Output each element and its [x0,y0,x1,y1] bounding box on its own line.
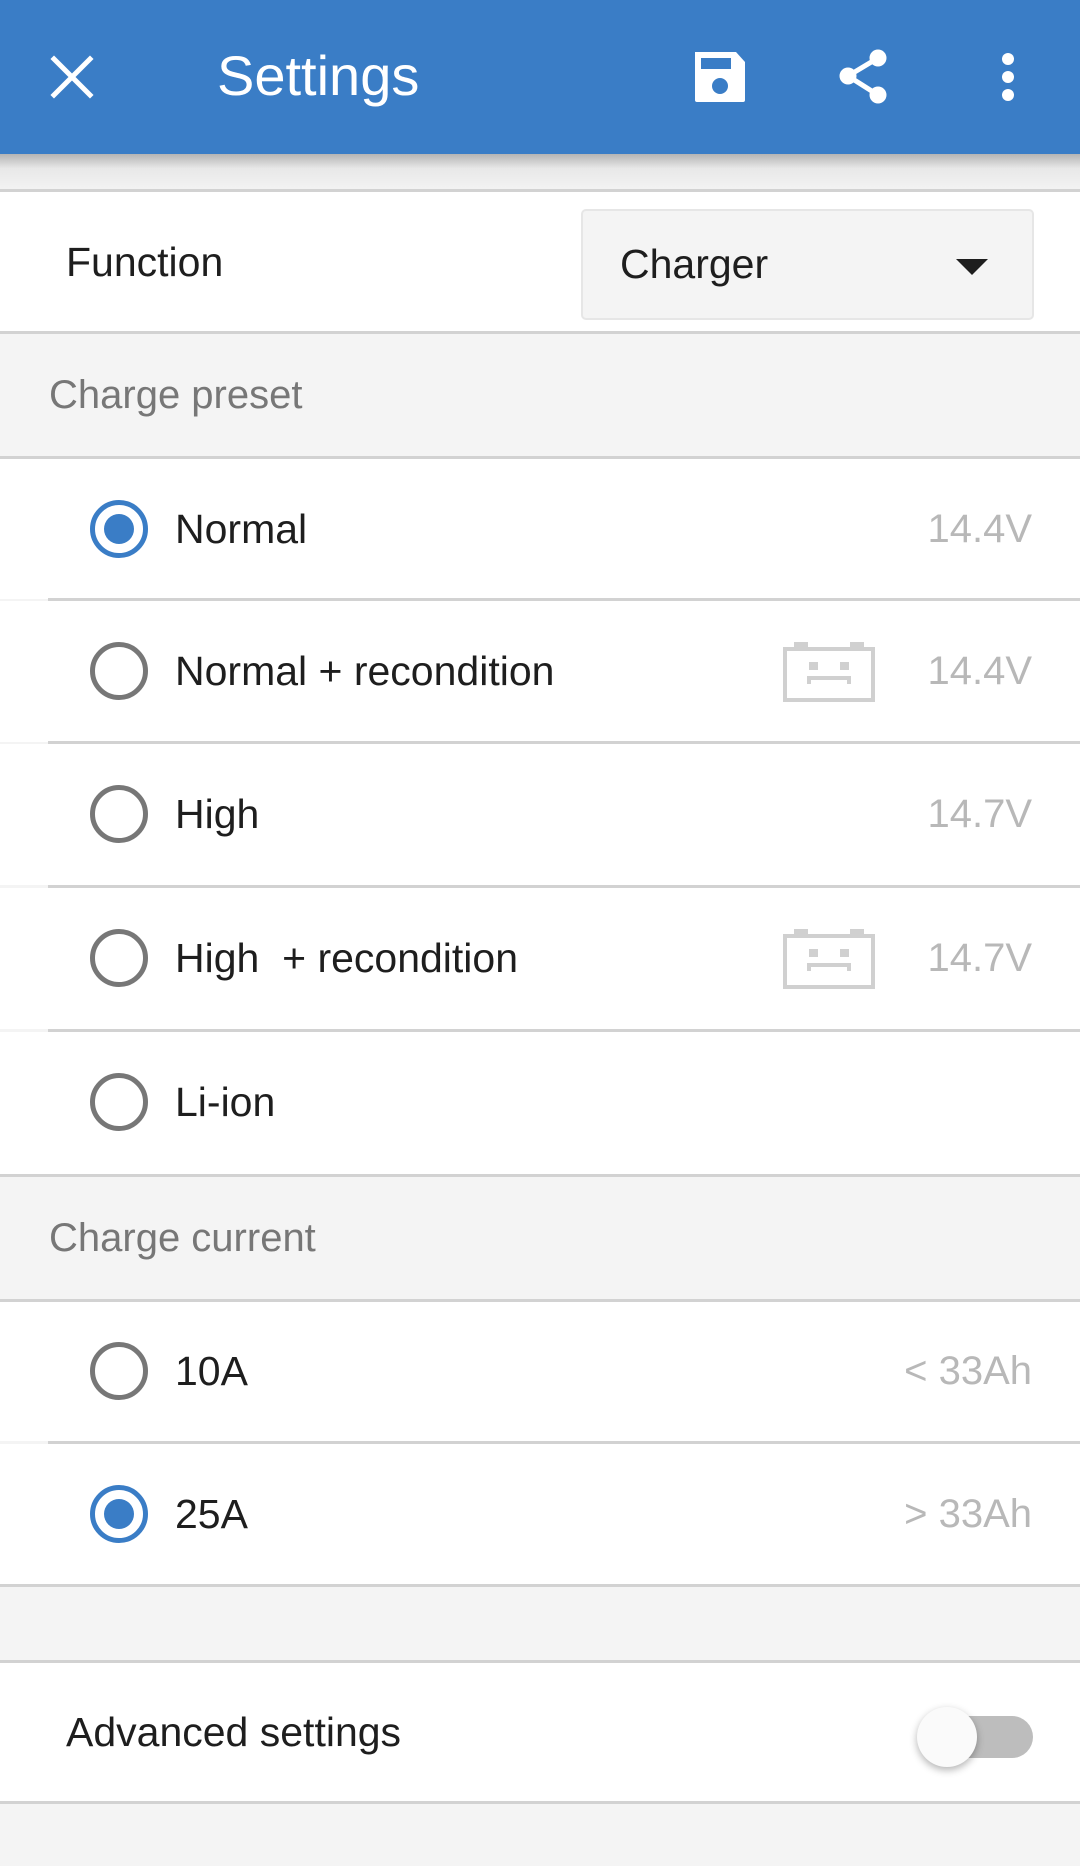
function-dropdown-value: Charger [620,241,769,287]
share-button[interactable] [824,37,904,117]
advanced-settings-row[interactable]: Advanced settings [0,1663,1080,1801]
function-row: Function Charger [0,192,1080,332]
section-title: Charge current [49,1215,316,1260]
preset-option-high-recondition[interactable]: High + recondition 14.7V [0,888,1080,1029]
radio-button[interactable] [90,1342,148,1400]
current-option-25a[interactable]: 25A > 33Ah [0,1444,1080,1584]
option-label: Normal + recondition [175,648,555,694]
advanced-settings-toggle[interactable] [917,1707,1033,1767]
divider [0,1801,1080,1804]
option-voltage: 14.7V [927,792,1032,836]
battery-recondition-icon [783,642,875,702]
divider [0,1584,1080,1587]
radio-button[interactable] [90,1073,148,1131]
toggle-thumb [917,1707,977,1767]
preset-option-normal[interactable]: Normal 14.4V [0,459,1080,599]
preset-option-li-ion[interactable]: Li-ion [0,1032,1080,1174]
option-voltage: 14.7V [927,936,1032,980]
function-dropdown[interactable]: Charger [581,209,1034,320]
radio-button-selected[interactable] [90,500,148,558]
radio-button-selected[interactable] [90,1485,148,1543]
current-option-10a[interactable]: 10A < 33Ah [0,1302,1080,1441]
more-options-button[interactable] [968,37,1048,117]
option-label: Li-ion [175,1079,276,1125]
battery-recondition-icon [783,929,875,989]
option-label: 25A [175,1491,248,1537]
preset-option-high[interactable]: High 14.7V [0,744,1080,885]
app-bar-shadow [0,154,1080,190]
option-label: High [175,791,260,837]
option-label: 10A [175,1348,248,1394]
option-voltage: 14.4V [927,649,1032,693]
option-label: Normal [175,506,308,552]
share-icon [839,49,887,104]
preset-option-normal-recondition[interactable]: Normal + recondition 14.4V [0,601,1080,742]
app-bar: Settings [0,0,1080,154]
dropdown-arrow-icon [956,259,988,275]
close-button[interactable] [32,37,112,117]
function-label: Function [66,238,224,285]
option-label: High + recondition [175,935,519,981]
charge-current-header: Charge current [0,1177,1080,1299]
charge-preset-header: Charge preset [0,334,1080,457]
option-capacity: < 33Ah [904,1349,1032,1393]
more-vert-icon [1002,53,1014,101]
page-title: Settings [217,44,420,107]
option-capacity: > 33Ah [904,1492,1032,1536]
radio-button[interactable] [90,642,148,700]
advanced-settings-label: Advanced settings [66,1708,402,1755]
radio-button[interactable] [90,785,148,843]
section-title: Charge preset [49,373,303,417]
radio-button[interactable] [90,929,148,987]
option-voltage: 14.4V [927,507,1032,551]
save-icon [695,52,745,102]
close-icon [50,55,94,99]
save-button[interactable] [680,37,760,117]
